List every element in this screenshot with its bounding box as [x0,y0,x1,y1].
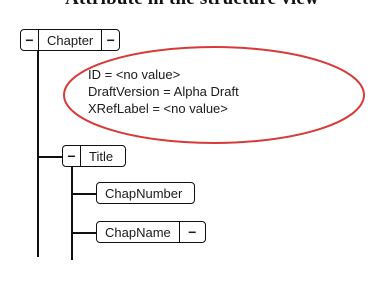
attribute-row: DraftVersion = Alpha Draft [88,84,239,99]
attribute-row: XRefLabel = <no value> [88,101,228,116]
attribute-list: ID = <no value> DraftVersion = Alpha Dra… [88,66,239,117]
tree-node-chapname[interactable]: ChapName − [96,221,206,243]
collapse-toggle[interactable]: − [63,146,81,166]
attribute-name: XRefLabel [88,101,149,116]
tree-node-title[interactable]: − Title [62,145,127,167]
attribute-row: ID = <no value> [88,67,181,82]
tree-node-chapnumber[interactable]: ChapNumber [96,182,196,204]
attribute-name: ID [88,67,101,82]
attribute-value: <no value> [163,101,228,116]
attribute-value: Alpha Draft [173,84,239,99]
attributes-toggle[interactable]: − [178,222,205,242]
tree-node-label: ChapNumber [105,185,183,201]
attribute-value: <no value> [115,67,181,82]
tree-node-label: ChapName [105,224,171,240]
attribute-highlight-ellipse [63,46,365,144]
attribute-name: DraftVersion [88,84,160,99]
tree-node-label: Title [89,148,114,164]
